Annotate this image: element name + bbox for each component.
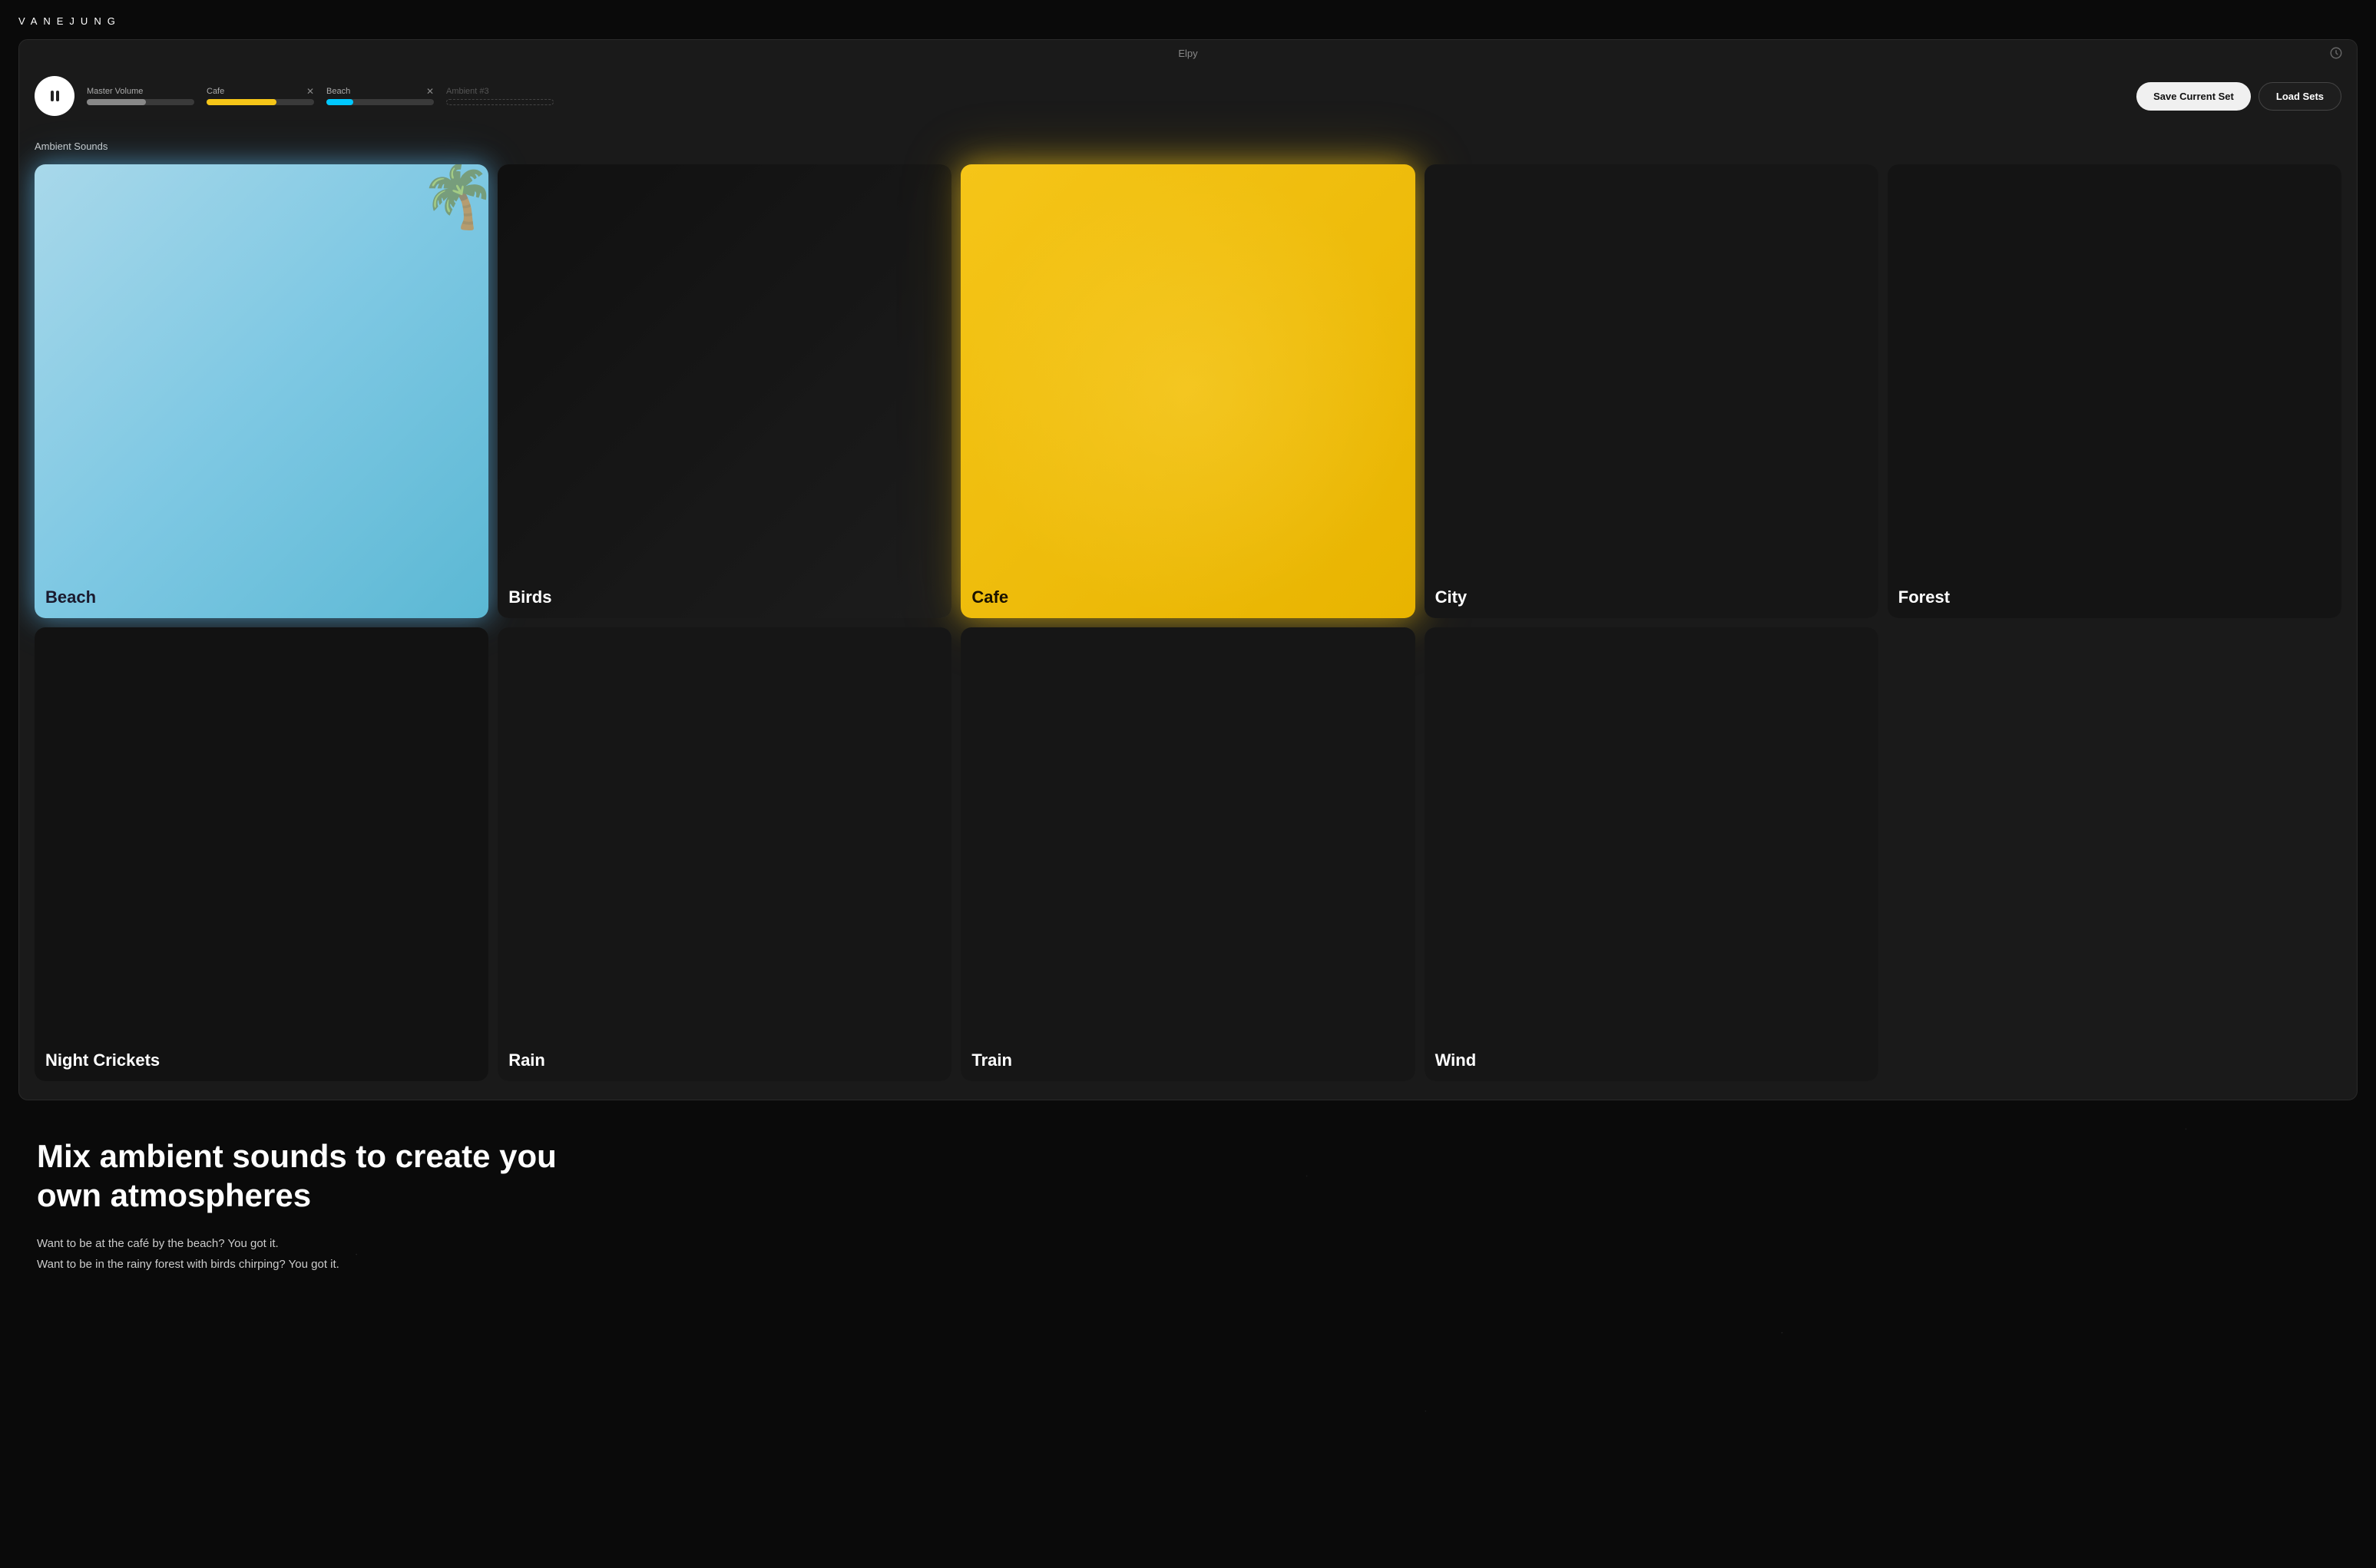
desc-line2: Want to be in the rainy forest with bird… [37,1258,339,1271]
load-sets-button[interactable]: Load Sets [2259,82,2341,111]
beach-close-button[interactable]: ✕ [426,87,434,96]
title-bar: Elpy [19,40,2357,67]
cafe-volume-slider[interactable] [207,99,314,105]
sound-card-night-crickets[interactable]: Night Crickets [35,627,488,1081]
ambient3-label: Ambient #3 [446,87,554,96]
description: Want to be at the café by the beach? You… [37,1233,2339,1275]
bottom-section: Mix ambient sounds to create you own atm… [18,1100,2358,1299]
sound-card-wind[interactable]: Wind [1425,627,1878,1081]
master-volume-label: Master Volume [87,87,194,96]
cafe-channel: Cafe ✕ [207,87,314,105]
sound-card-forest[interactable]: Forest [1888,164,2341,618]
tagline: Mix ambient sounds to create you own atm… [37,1137,574,1215]
ambient-sounds-label: Ambient Sounds [35,141,2341,152]
sound-card-beach[interactable]: Beach [35,164,488,618]
controls-bar: Master Volume Cafe ✕ Beach ✕ [19,67,2357,128]
sound-card-birds[interactable]: Birds [498,164,951,618]
window-title: Elpy [1178,48,1197,59]
pause-icon [51,91,59,101]
beach-volume-fill [326,99,353,105]
night-crickets-card-label: Night Crickets [45,1050,160,1070]
master-volume-channel: Master Volume [87,87,194,105]
beach-volume-slider[interactable] [326,99,434,105]
birds-card-label: Birds [508,587,551,607]
desc-line1: Want to be at the café by the beach? You… [37,1237,279,1250]
rain-card-label: Rain [508,1050,545,1070]
sound-card-cafe[interactable]: Cafe [961,164,1415,618]
ambient3-channel-slot: Ambient #3 [446,87,554,105]
cafe-card-label: Cafe [971,587,1008,607]
clock-icon[interactable] [2329,46,2345,61]
brand-name: VANEJUNG [18,15,2358,27]
forest-card-label: Forest [1898,587,1950,607]
beach-channel: Beach ✕ [326,87,434,105]
sound-card-rain[interactable]: Rain [498,627,951,1081]
master-volume-slider[interactable] [87,99,194,105]
play-pause-button[interactable] [35,76,74,116]
sound-grid: Beach Birds Cafe City Forest [35,164,2341,1081]
ambient3-slot-track [446,99,554,105]
master-volume-fill [87,99,146,105]
sound-card-city[interactable]: City [1425,164,1878,618]
wind-card-label: Wind [1435,1050,1477,1070]
city-card-label: City [1435,587,1468,607]
cafe-channel-label: Cafe [207,87,224,96]
sound-grid-section: Ambient Sounds Beach Birds Cafe City [19,128,2357,1100]
app-window: Elpy Master Volume [18,39,2358,1100]
beach-card-label: Beach [45,587,96,607]
cafe-volume-fill [207,99,276,105]
action-buttons: Save Current Set Load Sets [2136,82,2341,111]
sound-card-train[interactable]: Train [961,627,1415,1081]
train-card-label: Train [971,1050,1012,1070]
save-current-set-button[interactable]: Save Current Set [2136,82,2251,111]
cafe-close-button[interactable]: ✕ [306,87,314,96]
beach-channel-label: Beach [326,87,350,96]
